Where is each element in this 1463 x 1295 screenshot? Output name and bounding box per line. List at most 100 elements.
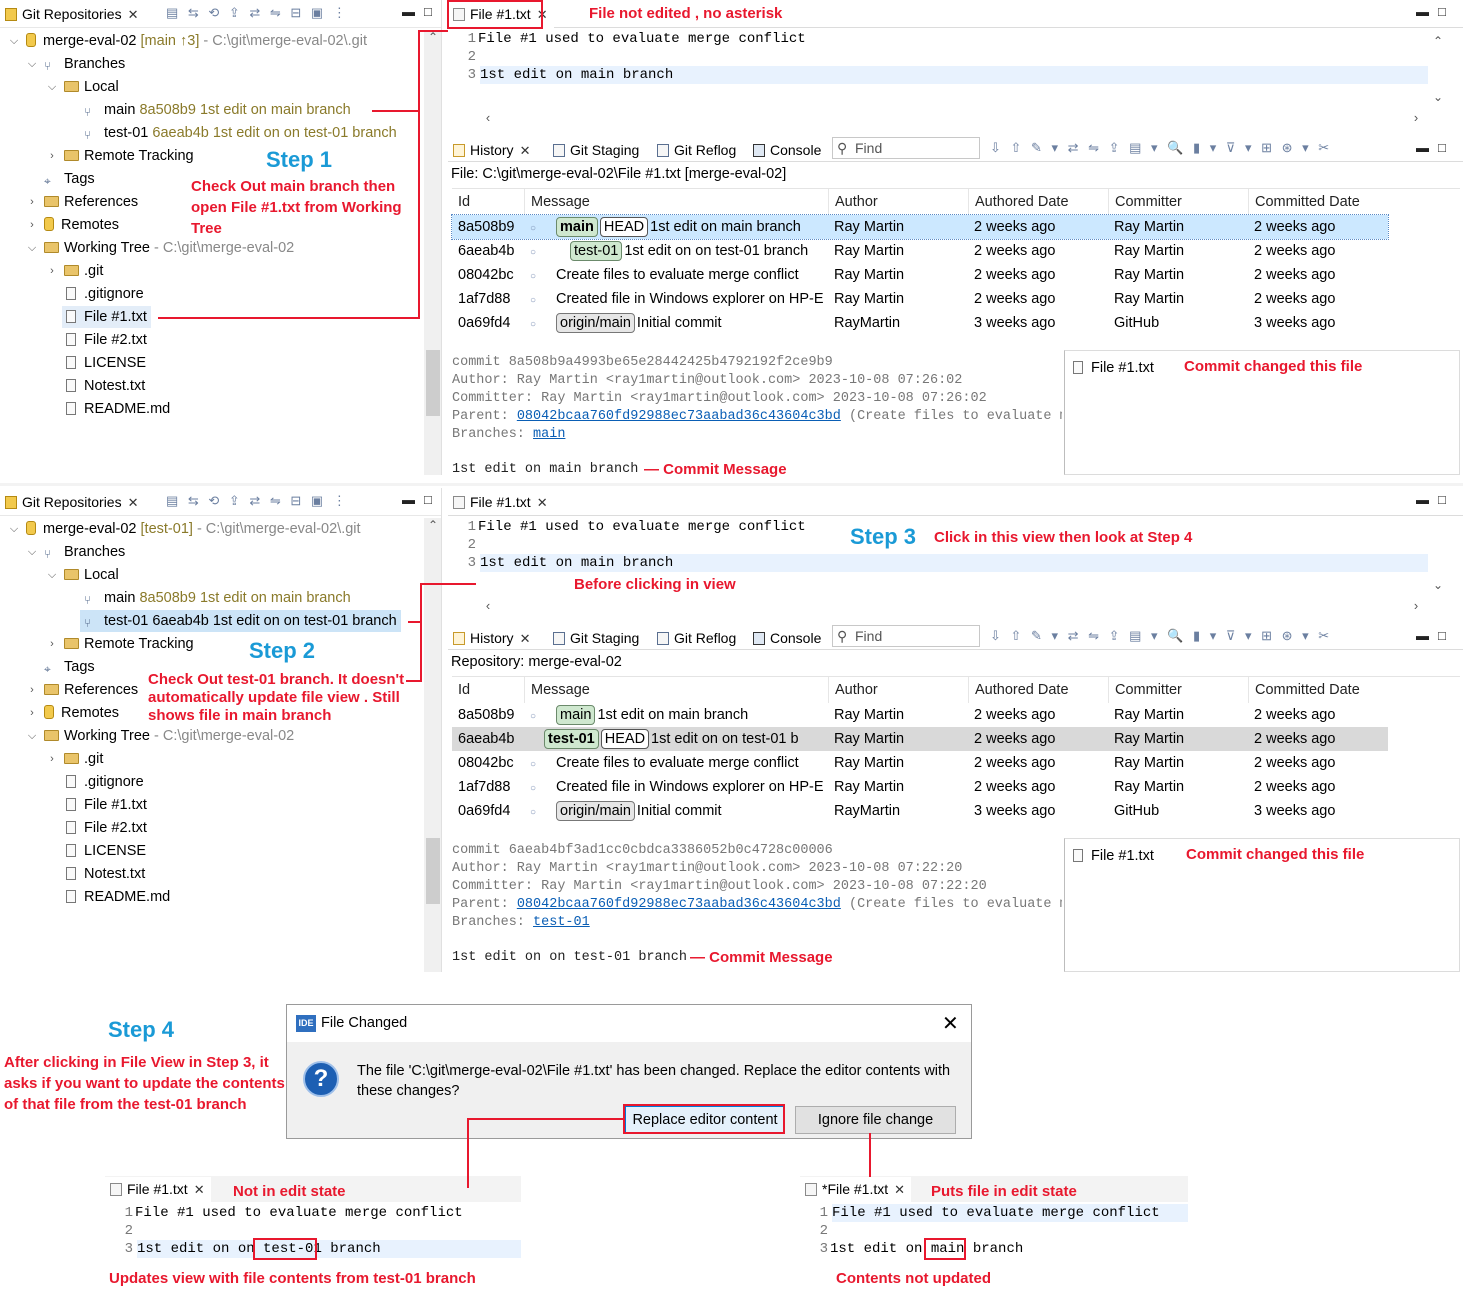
scroll-thumb[interactable] bbox=[426, 838, 440, 904]
tree-file-row[interactable]: .gitignore bbox=[66, 771, 144, 793]
tree-tags-row[interactable]: ⌖ Tags bbox=[44, 656, 95, 678]
tree-working-tree-row[interactable]: ⌵ Working Tree - C:\git\merge-eval-02 bbox=[26, 237, 294, 259]
repos-toolbar-icons[interactable]: ▤ ⇆ ⟲ ⇪ ⇄ ⇋ ⊟ ▣ ⋮ bbox=[166, 493, 349, 511]
tree-git-dir-row[interactable]: › .git bbox=[46, 748, 103, 770]
tree-file-row[interactable]: .gitignore bbox=[66, 283, 144, 305]
tree-file-row[interactable]: File #2.txt bbox=[66, 817, 147, 839]
table-row[interactable]: 6aeab4b test-01 HEAD 1st edit on on test-01… bbox=[452, 727, 1388, 751]
tree-file-row[interactable]: LICENSE bbox=[66, 352, 146, 374]
column-header[interactable]: Authored Date bbox=[968, 189, 1069, 215]
branch-link[interactable]: test-01 bbox=[533, 915, 590, 930]
tree-branches-row[interactable]: ⌵ ⑂ Branches bbox=[26, 53, 125, 75]
scroll-right-icon[interactable]: › bbox=[1410, 110, 1422, 125]
result-text-area[interactable]: File #1 used to evaluate merge conflict … bbox=[800, 1204, 1188, 1260]
close-icon[interactable]: ✕ bbox=[128, 495, 139, 510]
expand-icon[interactable]: ⌵ bbox=[46, 564, 58, 586]
tree-test-branch-row-selected[interactable]: ⑂ test-01 6aeab4b 1st edit on on test-01 … bbox=[80, 610, 401, 632]
history-tab[interactable]: History ✕ bbox=[448, 626, 536, 652]
column-header[interactable]: Id bbox=[452, 189, 470, 215]
close-icon[interactable]: ✕ bbox=[520, 631, 531, 646]
tree-test-branch-row[interactable]: ⑂ test-01 6aeab4b 1st edit on on test-01 … bbox=[84, 122, 397, 144]
tree-file-row[interactable]: Notest.txt bbox=[66, 863, 145, 885]
tree-repo-row[interactable]: ⌵ merge-eval-02 [test-01] - C:\git\merge-… bbox=[8, 518, 361, 540]
console-tab[interactable]: Console bbox=[748, 138, 827, 164]
expand-icon[interactable]: ⌵ bbox=[8, 30, 20, 52]
maximize-icon[interactable]: □ bbox=[424, 492, 432, 507]
history-toolbar-icons[interactable]: ⇩ ⇧ ✎ ▾ ⇄ ⇋ ⇪ ▤ ▾ 🔍 ▮ ▾ ⊽ ▾ ⊞ ⊛ ▾ ✂ bbox=[990, 140, 1332, 158]
close-icon[interactable]: ✕ bbox=[128, 7, 139, 22]
tree-main-branch-row[interactable]: ⑂ main 8a508b9 1st edit on main branch bbox=[84, 99, 351, 121]
scroll-up-icon[interactable]: ⌃ bbox=[427, 518, 439, 532]
collapsed-icon[interactable]: › bbox=[46, 145, 58, 167]
table-row[interactable]: 8a508b9 ○ main HEAD 1st edit on main branch R… bbox=[451, 214, 1389, 240]
minimize-icon[interactable]: ▬ bbox=[1416, 492, 1429, 507]
tree-git-dir-row[interactable]: › .git bbox=[46, 260, 103, 282]
column-header[interactable]: Message bbox=[524, 677, 590, 703]
find-input[interactable]: ⚲ Find bbox=[832, 137, 980, 159]
column-header[interactable]: Id bbox=[452, 677, 470, 703]
tree-file-row[interactable]: File #2.txt bbox=[66, 329, 147, 351]
git-staging-tab[interactable]: Git Staging bbox=[548, 138, 645, 164]
collapsed-icon[interactable]: › bbox=[46, 748, 58, 770]
minimize-icon[interactable]: ▬ bbox=[1416, 4, 1429, 19]
expand-icon[interactable]: ⌵ bbox=[46, 76, 58, 98]
column-header[interactable]: Committer bbox=[1108, 677, 1182, 703]
close-icon[interactable]: ✕ bbox=[194, 1182, 205, 1197]
column-header[interactable]: Committed Date bbox=[1248, 677, 1360, 703]
minimize-icon[interactable]: ▬ bbox=[402, 492, 415, 507]
tree-references-row[interactable]: › References bbox=[26, 679, 138, 701]
repos-scrollbar[interactable]: ⌃ bbox=[424, 518, 441, 972]
tree-repo-row[interactable]: ⌵ merge-eval-02 [main ↑3] - C:\git\merge-… bbox=[8, 30, 367, 52]
branch-link[interactable]: main bbox=[533, 427, 565, 442]
minimize-icon[interactable]: ▬ bbox=[1416, 140, 1429, 155]
column-header[interactable]: Authored Date bbox=[968, 677, 1069, 703]
tree-local-row[interactable]: ⌵ Local bbox=[46, 76, 119, 98]
tree-tags-row[interactable]: ⌖ Tags bbox=[44, 168, 95, 190]
maximize-icon[interactable]: □ bbox=[1438, 140, 1446, 155]
collapsed-icon[interactable]: › bbox=[26, 702, 38, 724]
close-icon[interactable]: ✕ bbox=[520, 143, 531, 158]
editor-tab[interactable]: File #1.txt ✕ bbox=[448, 490, 554, 516]
maximize-icon[interactable]: □ bbox=[1438, 4, 1446, 19]
history-table-2[interactable]: Id Message Author Authored Date Committe… bbox=[452, 676, 1460, 836]
tree-remote-tracking-row[interactable]: › Remote Tracking bbox=[46, 633, 193, 655]
tree-main-branch-row[interactable]: ⑂ main 8a508b9 1st edit on main branch bbox=[84, 587, 351, 609]
tree-references-row[interactable]: › References bbox=[26, 191, 138, 213]
editor-tab[interactable]: *File #1.txt ✕ bbox=[800, 1177, 912, 1203]
history-toolbar-icons[interactable]: ⇩ ⇧ ✎ ▾ ⇄ ⇋ ⇪ ▤ ▾ 🔍 ▮ ▾ ⊽ ▾ ⊞ ⊛ ▾ ✂ bbox=[990, 628, 1332, 646]
repos-scrollbar[interactable]: ⌃ bbox=[424, 30, 441, 475]
expand-icon[interactable]: ⌵ bbox=[8, 518, 20, 540]
column-header[interactable]: Author bbox=[828, 677, 878, 703]
tree-file-row[interactable]: LICENSE bbox=[66, 840, 146, 862]
minimize-icon[interactable]: ▬ bbox=[402, 4, 415, 19]
scroll-right-icon[interactable]: › bbox=[1410, 598, 1422, 613]
history-tab[interactable]: History ✕ bbox=[448, 138, 536, 164]
parent-hash-link[interactable]: 08042bcaa760fd92988ec73aabad36c43604c3bd bbox=[517, 409, 841, 424]
changed-file-row[interactable]: File #1.txt bbox=[1073, 357, 1154, 379]
column-header[interactable]: Committer bbox=[1108, 189, 1182, 215]
git-repositories-tab[interactable]: Git Repositories ✕ bbox=[0, 2, 145, 28]
minimize-icon[interactable]: ▬ bbox=[1416, 628, 1429, 643]
console-tab[interactable]: Console bbox=[748, 626, 827, 652]
tree-local-row[interactable]: ⌵ Local bbox=[46, 564, 119, 586]
collapsed-icon[interactable]: › bbox=[26, 191, 38, 213]
table-row[interactable]: 08042bc ○ Create files to evaluate merge c… bbox=[452, 751, 1388, 775]
column-header[interactable]: Message bbox=[524, 189, 590, 215]
expand-icon[interactable]: ⌵ bbox=[26, 541, 38, 563]
table-row[interactable]: 0a69fd4 ○ origin/main Initial commit RayMart… bbox=[452, 311, 1388, 335]
collapsed-icon[interactable]: › bbox=[26, 679, 38, 701]
parent-hash-link[interactable]: 08042bcaa760fd92988ec73aabad36c43604c3bd bbox=[517, 897, 841, 912]
column-header[interactable]: Author bbox=[828, 189, 878, 215]
close-icon[interactable]: ✕ bbox=[537, 495, 548, 510]
tree-branches-row[interactable]: ⌵ ⑂ Branches bbox=[26, 541, 125, 563]
table-row[interactable]: 1af7d88 ○ Created file in Windows explorer… bbox=[452, 287, 1388, 311]
table-row[interactable]: 0a69fd4 ○ origin/main Initial commit RayMart… bbox=[452, 799, 1388, 823]
expand-icon[interactable]: ⌵ bbox=[26, 725, 38, 747]
changed-file-row[interactable]: File #1.txt bbox=[1073, 845, 1154, 867]
history-table-1[interactable]: Id Message Author Authored Date Committe… bbox=[451, 188, 1460, 348]
git-staging-tab[interactable]: Git Staging bbox=[548, 626, 645, 652]
expand-icon[interactable]: ⌵ bbox=[26, 53, 38, 75]
collapsed-icon[interactable]: › bbox=[46, 633, 58, 655]
table-row[interactable]: 6aeab4b ○ test-01 1st edit on on test-01 b… bbox=[452, 239, 1388, 263]
table-row[interactable]: 1af7d88 ○ Created file in Windows explorer… bbox=[452, 775, 1388, 799]
